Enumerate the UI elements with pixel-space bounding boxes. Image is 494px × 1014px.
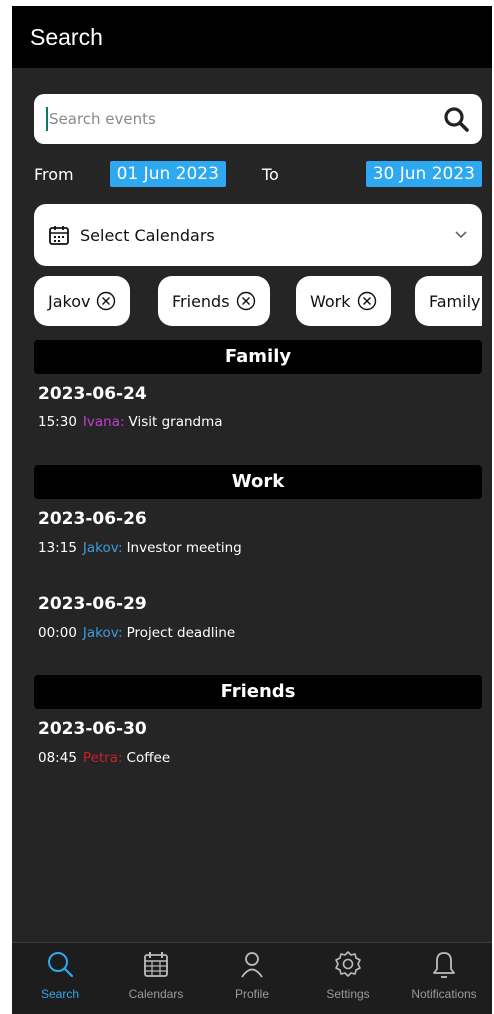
section-header-friends: Friends <box>34 675 482 709</box>
event-time: 00:00 <box>38 625 77 641</box>
bell-icon <box>433 952 455 978</box>
calendar-select-dropdown[interactable]: Select Calendars <box>34 204 482 266</box>
nav-label: Calendars <box>128 987 184 1001</box>
nav-label: Search <box>40 987 80 1001</box>
chip-friends[interactable]: Friends <box>158 276 270 326</box>
from-label: From <box>34 164 74 184</box>
text-cursor <box>46 107 48 131</box>
event-date: 2023-06-29 <box>38 594 147 614</box>
event-title: Coffee <box>126 750 171 766</box>
chip-family[interactable]: Family <box>415 276 482 326</box>
close-icon[interactable] <box>236 291 256 311</box>
event-owner: Jakov: <box>82 625 123 641</box>
chip-label: Work <box>310 291 351 311</box>
gear-icon <box>335 951 361 977</box>
event-date: 2023-06-26 <box>38 509 147 529</box>
chip-label: Jakov <box>48 291 91 311</box>
event-title: Visit grandma <box>128 414 223 430</box>
event-item[interactable]: 08:45 Petra: Coffee <box>38 750 170 766</box>
close-icon[interactable] <box>96 291 116 311</box>
section-header-work: Work <box>34 465 482 499</box>
bottom-navigation: Search Calendars Profile Settings Notifi… <box>12 942 492 1014</box>
nav-label: Notifications <box>411 987 477 1001</box>
event-item[interactable]: 00:00 Jakov: Project deadline <box>38 625 235 641</box>
event-date: 2023-06-30 <box>38 719 147 739</box>
event-time: 15:30 <box>38 414 77 430</box>
calendar-icon <box>144 952 168 977</box>
chip-label: Friends <box>172 291 230 311</box>
event-title: Investor meeting <box>126 540 242 556</box>
nav-notifications[interactable]: Notifications <box>396 943 492 1014</box>
calendar-select-label: Select Calendars <box>80 225 215 245</box>
from-date-button[interactable]: 01 Jun 2023 <box>109 161 226 187</box>
event-owner: Ivana: <box>82 414 125 430</box>
page-title: Search <box>30 23 103 50</box>
search-bar[interactable] <box>34 94 482 144</box>
event-date: 2023-06-24 <box>38 384 147 404</box>
date-range-row: From 01 Jun 2023 To 30 Jun 2023 <box>34 158 482 190</box>
search-icon[interactable] <box>442 105 470 133</box>
to-date-button[interactable]: 30 Jun 2023 <box>365 161 482 187</box>
nav-settings[interactable]: Settings <box>300 943 396 1014</box>
nav-label: Settings <box>326 987 370 1001</box>
search-input[interactable] <box>49 110 442 128</box>
person-icon <box>241 952 263 978</box>
nav-label: Profile <box>234 987 269 1001</box>
chevron-down-icon <box>455 231 467 239</box>
close-icon[interactable] <box>357 291 377 311</box>
event-owner: Jakov: <box>82 540 123 556</box>
search-screen: Search From 01 Jun 2023 To 30 Jun 2023 S… <box>12 6 492 1014</box>
section-header-family: Family <box>34 340 482 374</box>
chip-work[interactable]: Work <box>296 276 391 326</box>
event-owner: Petra: <box>82 750 123 766</box>
nav-search[interactable]: Search <box>12 943 108 1014</box>
chip-jakov[interactable]: Jakov <box>34 276 131 326</box>
search-icon <box>48 952 74 978</box>
nav-calendars[interactable]: Calendars <box>108 943 204 1014</box>
calendar-icon <box>49 226 69 245</box>
nav-profile[interactable]: Profile <box>204 943 300 1014</box>
calendar-chips: Jakov Friends Work Family <box>34 276 482 326</box>
event-title: Project deadline <box>126 625 236 641</box>
event-item[interactable]: 13:15 Jakov: Investor meeting <box>38 540 242 556</box>
event-item[interactable]: 15:30 Ivana: Visit grandma <box>38 414 223 430</box>
event-time: 08:45 <box>38 750 77 766</box>
app-bar: Search <box>12 6 492 68</box>
chip-label: Family <box>429 291 481 311</box>
to-label: To <box>261 164 279 184</box>
event-time: 13:15 <box>38 540 77 556</box>
